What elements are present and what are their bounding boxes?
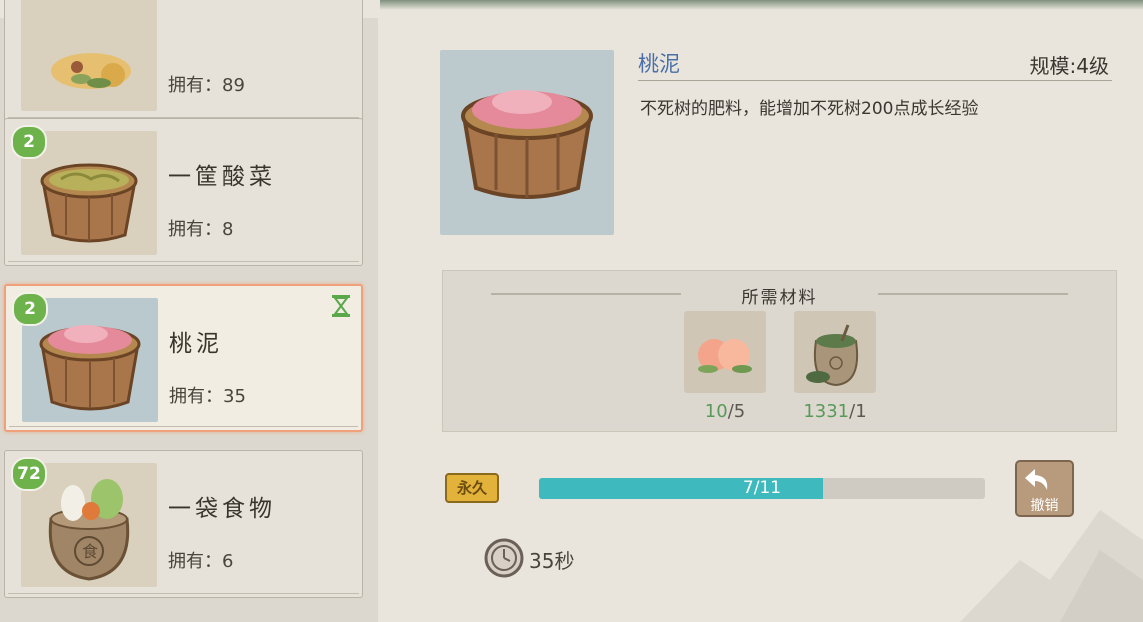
material-slot-peach[interactable] — [684, 311, 766, 393]
detail-scale-level: 规模:4级 — [1029, 54, 1109, 78]
required-materials-panel: 所需材料 10/5 1331/1 — [442, 270, 1117, 432]
item-card-peach-puree[interactable]: 2 桃泥 拥有：35 — [4, 284, 363, 432]
progress-text: 7/11 — [742, 478, 782, 498]
item-thumbnail — [21, 0, 157, 111]
item-count-badge: 2 — [11, 125, 47, 159]
detail-description: 不死树的肥料，能增加不死树200点成长经验 — [640, 99, 979, 119]
production-time: 35秒 — [529, 549, 575, 573]
hourglass-icon — [332, 295, 350, 317]
detail-item-image — [440, 50, 614, 235]
materials-title: 所需材料 — [741, 288, 818, 308]
item-owned-count: 拥有：6 — [168, 551, 234, 572]
item-name: 一筐酸菜 — [168, 164, 276, 190]
item-count-badge: 2 — [12, 292, 48, 326]
fertilizer-sack-icon — [806, 324, 858, 387]
mountain-decoration — [960, 510, 1143, 622]
material-count-peach: 10/5 — [704, 401, 746, 422]
item-card-partial[interactable]: 拥有：89 — [4, 0, 363, 122]
item-owned-count: 拥有：8 — [168, 219, 234, 240]
top-decoration — [380, 0, 1143, 10]
material-slot-fertilizer[interactable] — [794, 311, 876, 393]
item-owned-count: 拥有：35 — [169, 386, 246, 407]
detail-item-name: 桃泥 — [638, 52, 680, 76]
herb-bundle-icon — [51, 53, 131, 89]
peach-puree-bucket-icon — [461, 90, 593, 199]
material-count-fertilizer: 1331/1 — [803, 401, 867, 422]
item-name: 一袋食物 — [168, 496, 276, 522]
item-count-badge: 72 — [11, 457, 47, 491]
item-list-panel[interactable]: 拥有：89 2 一筐酸菜 拥有：8 2 桃泥 拥有：35 食 72 一袋食物 拥… — [0, 0, 378, 622]
item-card-food-bag[interactable]: 食 72 一袋食物 拥有：6 — [4, 450, 363, 598]
item-owned-count: 拥有：89 — [168, 75, 245, 96]
item-card-pickled-vegetables[interactable]: 2 一筐酸菜 拥有：8 — [4, 118, 363, 266]
item-name: 桃泥 — [169, 331, 223, 357]
permanent-badge: 永久 — [445, 473, 499, 503]
peach-icon — [698, 339, 752, 373]
clock-icon — [484, 538, 524, 578]
production-progress-bar: 7/11 — [539, 478, 985, 499]
divider — [638, 80, 1112, 81]
svg-text:食: 食 — [82, 542, 98, 561]
